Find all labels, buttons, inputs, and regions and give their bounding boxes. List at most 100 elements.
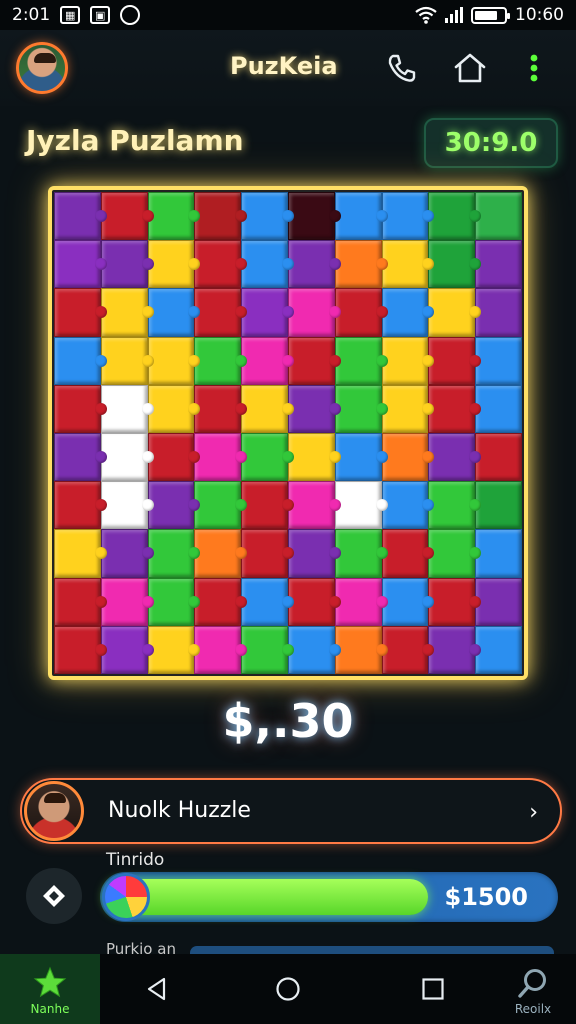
home-circle-icon[interactable] [275, 976, 301, 1002]
puzzle-piece[interactable] [54, 384, 107, 433]
puzzle-piece[interactable] [381, 240, 435, 289]
puzzle-piece[interactable] [241, 240, 294, 289]
home-icon[interactable] [452, 50, 488, 86]
puzzle-piece[interactable] [194, 577, 247, 626]
puzzle-piece[interactable] [381, 384, 435, 433]
puzzle-piece[interactable] [475, 240, 522, 289]
puzzle-piece[interactable] [54, 625, 107, 674]
puzzle-piece[interactable] [54, 529, 107, 578]
puzzle-piece[interactable] [147, 240, 201, 289]
diamond-button[interactable] [26, 868, 82, 924]
puzzle-piece[interactable] [147, 336, 201, 385]
puzzle-piece[interactable] [475, 288, 522, 337]
puzzle-piece[interactable] [428, 481, 481, 530]
puzzle-piece[interactable] [54, 192, 107, 241]
puzzle-piece[interactable] [334, 433, 388, 482]
puzzle-piece[interactable] [334, 288, 388, 337]
puzzle-piece[interactable] [381, 577, 435, 626]
puzzle-piece[interactable] [428, 336, 481, 385]
puzzle-piece[interactable] [475, 192, 522, 241]
puzzle-piece[interactable] [381, 625, 435, 674]
puzzle-piece[interactable] [287, 288, 341, 337]
puzzle-piece[interactable] [54, 336, 107, 385]
puzzle-piece[interactable] [381, 192, 435, 241]
puzzle-piece[interactable] [287, 240, 341, 289]
puzzle-piece[interactable] [334, 336, 388, 385]
puzzle-piece[interactable] [100, 433, 154, 482]
puzzle-piece[interactable] [194, 192, 247, 241]
puzzle-piece[interactable] [147, 577, 201, 626]
puzzle-piece[interactable] [241, 529, 294, 578]
puzzle-piece[interactable] [147, 288, 201, 337]
puzzle-piece[interactable] [147, 529, 201, 578]
puzzle-piece[interactable] [287, 384, 341, 433]
puzzle-piece[interactable] [334, 240, 388, 289]
puzzle-piece[interactable] [428, 577, 481, 626]
puzzle-piece[interactable] [100, 481, 154, 530]
puzzle-piece[interactable] [475, 577, 522, 626]
puzzle-piece[interactable] [381, 288, 435, 337]
puzzle-piece[interactable] [428, 384, 481, 433]
puzzle-piece[interactable] [241, 625, 294, 674]
puzzle-piece[interactable] [241, 384, 294, 433]
puzzle-piece[interactable] [100, 192, 154, 241]
puzzle-piece[interactable] [287, 625, 341, 674]
puzzle-piece[interactable] [475, 625, 522, 674]
puzzle-piece[interactable] [100, 625, 154, 674]
puzzle-piece[interactable] [475, 433, 522, 482]
puzzle-piece[interactable] [100, 336, 154, 385]
puzzle-piece[interactable] [194, 481, 247, 530]
puzzle-piece[interactable] [428, 240, 481, 289]
puzzle-piece[interactable] [100, 288, 154, 337]
puzzle-piece[interactable] [194, 625, 247, 674]
puzzle-piece[interactable] [428, 433, 481, 482]
puzzle-piece[interactable] [54, 481, 107, 530]
puzzle-piece[interactable] [147, 433, 201, 482]
puzzle-piece[interactable] [381, 529, 435, 578]
phone-icon[interactable] [384, 50, 420, 86]
player-card[interactable]: Nuolk Huzzle › [20, 778, 562, 844]
puzzle-piece[interactable] [475, 336, 522, 385]
puzzle-piece[interactable] [287, 192, 341, 241]
puzzle-piece[interactable] [241, 288, 294, 337]
puzzle-piece[interactable] [287, 481, 341, 530]
puzzle-piece[interactable] [428, 288, 481, 337]
puzzle-piece[interactable] [428, 192, 481, 241]
puzzle-piece[interactable] [334, 192, 388, 241]
puzzle-piece[interactable] [54, 433, 107, 482]
recents-icon[interactable] [420, 976, 446, 1002]
back-icon[interactable] [144, 976, 170, 1002]
puzzle-piece[interactable] [475, 529, 522, 578]
puzzle-piece[interactable] [241, 577, 294, 626]
puzzle-piece[interactable] [381, 433, 435, 482]
puzzle-piece[interactable] [194, 529, 247, 578]
puzzle-piece[interactable] [100, 240, 154, 289]
puzzle-piece[interactable] [194, 433, 247, 482]
puzzle-piece[interactable] [194, 384, 247, 433]
puzzle-piece[interactable] [428, 625, 481, 674]
puzzle-piece[interactable] [54, 288, 107, 337]
puzzle-piece[interactable] [475, 481, 522, 530]
nav-search[interactable]: Reoilx [490, 954, 576, 1024]
puzzle-piece[interactable] [147, 384, 201, 433]
puzzle-piece[interactable] [241, 433, 294, 482]
puzzle-piece[interactable] [147, 625, 201, 674]
puzzle-piece[interactable] [147, 481, 201, 530]
puzzle-piece[interactable] [381, 481, 435, 530]
puzzle-piece[interactable] [428, 529, 481, 578]
puzzle-piece[interactable] [241, 336, 294, 385]
puzzle-board[interactable] [48, 186, 528, 680]
puzzle-piece[interactable] [194, 240, 247, 289]
puzzle-piece[interactable] [334, 577, 388, 626]
puzzle-piece[interactable] [241, 481, 294, 530]
puzzle-piece[interactable] [100, 384, 154, 433]
more-icon[interactable] [524, 50, 544, 86]
puzzle-piece[interactable] [100, 529, 154, 578]
puzzle-piece[interactable] [287, 577, 341, 626]
puzzle-piece[interactable] [54, 240, 107, 289]
puzzle-piece[interactable] [147, 192, 201, 241]
puzzle-piece[interactable] [241, 192, 294, 241]
avatar[interactable] [16, 42, 68, 94]
puzzle-piece[interactable] [100, 577, 154, 626]
chevron-right-icon[interactable]: › [529, 800, 538, 825]
